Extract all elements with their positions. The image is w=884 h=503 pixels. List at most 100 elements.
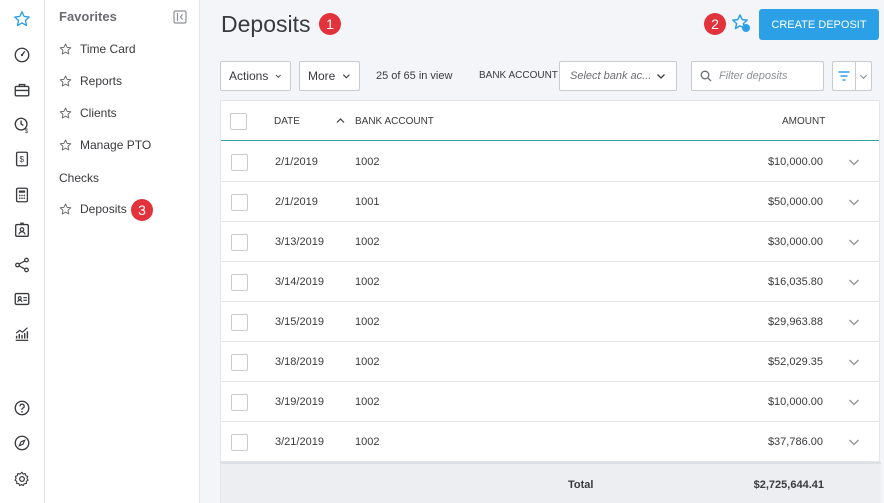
favorites-title: Favorites xyxy=(59,9,117,24)
add-favorite-star-icon[interactable] xyxy=(731,13,751,33)
cell-amount: $50,000.00 xyxy=(767,196,823,208)
favorite-item-manage-pto[interactable]: Manage PTO xyxy=(59,136,151,154)
favorite-item-label: Clients xyxy=(80,106,117,120)
actions-label: Actions xyxy=(229,69,269,83)
create-deposit-button[interactable]: CREATE DEPOSIT xyxy=(759,9,879,40)
favorite-item-label: Time Card xyxy=(80,42,136,56)
row-checkbox[interactable] xyxy=(231,194,248,211)
deposits-table: DATE BANK ACCOUNT AMOUNT 2/1/2019 1002 $… xyxy=(220,100,881,503)
table-row[interactable]: 3/13/2019 1002 $30,000.00 xyxy=(221,222,879,262)
contact-card-icon[interactable] xyxy=(12,289,32,309)
row-checkbox[interactable] xyxy=(231,154,248,171)
help-icon[interactable] xyxy=(12,398,32,418)
table-row[interactable]: 2/1/2019 1002 $10,000.00 xyxy=(221,142,879,182)
row-checkbox[interactable] xyxy=(231,234,248,251)
row-checkbox[interactable] xyxy=(231,394,248,411)
calculator-icon[interactable] xyxy=(12,185,32,205)
actions-dropdown[interactable]: Actions xyxy=(220,61,291,91)
cell-bank-account: 1002 xyxy=(355,156,380,168)
expand-row-chevron-icon[interactable] xyxy=(848,197,860,207)
cell-date: 3/13/2019 xyxy=(275,236,324,248)
table-row[interactable]: 3/18/2019 1002 $52,029.35 xyxy=(221,342,879,382)
nav-item-checks[interactable]: Checks xyxy=(59,171,99,185)
total-value: $2,725,644.41 xyxy=(753,479,824,491)
bank-account-select-placeholder: Select bank ac... xyxy=(570,70,652,82)
table-total-row: Total $2,725,644.41 xyxy=(221,462,881,503)
expand-row-chevron-icon[interactable] xyxy=(848,397,860,407)
icon-rail: $ $ xyxy=(0,0,45,503)
cell-amount: $37,786.00 xyxy=(767,436,823,448)
callout-badge-1: 1 xyxy=(319,13,341,35)
clock-dollar-icon[interactable]: $ xyxy=(12,115,32,135)
more-dropdown[interactable]: More xyxy=(299,61,360,91)
row-checkbox[interactable] xyxy=(231,434,248,451)
expand-row-chevron-icon[interactable] xyxy=(848,277,860,287)
cell-bank-account: 1002 xyxy=(355,316,380,328)
svg-text:$: $ xyxy=(25,128,29,134)
column-header-bank-account[interactable]: BANK ACCOUNT xyxy=(355,116,434,127)
chevron-down-icon xyxy=(657,74,665,79)
chart-icon[interactable] xyxy=(12,324,32,344)
filter-deposits-placeholder: Filter deposits xyxy=(719,70,788,82)
bank-account-select[interactable]: Select bank ac... xyxy=(559,61,677,91)
page-title: Deposits xyxy=(221,11,311,37)
bank-account-label: BANK ACCOUNT xyxy=(479,70,558,81)
main-content: Deposits 1 2 CREATE DEPOSIT Actions More… xyxy=(200,0,884,503)
favorite-item-deposits[interactable]: Deposits xyxy=(59,200,127,218)
favorite-item-time-card[interactable]: Time Card xyxy=(59,40,136,58)
table-row[interactable]: 3/21/2019 1002 $37,786.00 xyxy=(221,422,879,462)
briefcase-icon[interactable] xyxy=(12,80,32,100)
column-header-date[interactable]: DATE xyxy=(274,116,300,127)
cell-amount: $10,000.00 xyxy=(767,156,823,168)
id-badge-icon[interactable] xyxy=(12,220,32,240)
star-icon[interactable] xyxy=(12,9,32,29)
expand-row-chevron-icon[interactable] xyxy=(848,157,860,167)
expand-row-chevron-icon[interactable] xyxy=(848,317,860,327)
cell-date: 3/18/2019 xyxy=(275,356,324,368)
share-icon[interactable] xyxy=(12,255,32,275)
svg-text:$: $ xyxy=(19,155,24,164)
star-outline-icon xyxy=(59,202,72,214)
expand-row-chevron-icon[interactable] xyxy=(848,237,860,247)
favorites-panel: Favorites Time Card Reports Clients Mana… xyxy=(45,0,200,503)
callout-badge-3: 3 xyxy=(131,199,153,221)
filter-deposits-input[interactable]: Filter deposits xyxy=(691,61,824,91)
row-checkbox[interactable] xyxy=(231,354,248,371)
cell-date: 3/19/2019 xyxy=(275,396,324,408)
sort-ascending-icon[interactable] xyxy=(336,117,345,124)
favorite-item-reports[interactable]: Reports xyxy=(59,72,122,90)
row-checkbox[interactable] xyxy=(231,314,248,331)
app-window: $ $ Favorites Time Card Reports Clients … xyxy=(0,0,884,503)
chevron-down-icon xyxy=(856,62,871,90)
cell-amount: $52,029.35 xyxy=(767,356,823,368)
cell-bank-account: 1002 xyxy=(355,236,380,248)
expand-row-chevron-icon[interactable] xyxy=(848,357,860,367)
compass-icon[interactable] xyxy=(12,433,32,453)
toolbar: Actions More 25 of 65 in view BANK ACCOU… xyxy=(220,61,880,92)
table-row[interactable]: 2/1/2019 1001 $50,000.00 xyxy=(221,182,879,222)
invoice-icon[interactable]: $ xyxy=(12,149,32,169)
star-outline-icon xyxy=(59,138,72,150)
settings-icon[interactable] xyxy=(12,469,32,489)
table-row[interactable]: 3/15/2019 1002 $29,963.88 xyxy=(221,302,879,342)
funnel-icon xyxy=(833,62,856,90)
chevron-down-icon xyxy=(343,74,351,79)
column-header-amount[interactable]: AMOUNT xyxy=(782,116,825,127)
filter-options-button[interactable] xyxy=(832,61,872,91)
cell-bank-account: 1001 xyxy=(355,196,380,208)
select-all-checkbox[interactable] xyxy=(230,113,247,130)
cell-date: 2/1/2019 xyxy=(275,156,318,168)
cell-date: 2/1/2019 xyxy=(275,196,318,208)
cell-amount: $30,000.00 xyxy=(767,236,823,248)
expand-row-chevron-icon[interactable] xyxy=(848,437,860,447)
cell-bank-account: 1002 xyxy=(355,396,380,408)
table-row[interactable]: 3/19/2019 1002 $10,000.00 xyxy=(221,382,879,422)
favorite-item-label: Deposits xyxy=(80,202,127,216)
table-row[interactable]: 3/14/2019 1002 $16,035.80 xyxy=(221,262,879,302)
favorite-item-clients[interactable]: Clients xyxy=(59,104,117,122)
star-outline-icon xyxy=(59,74,72,86)
dashboard-icon[interactable] xyxy=(12,45,32,65)
collapse-panel-icon[interactable] xyxy=(173,10,187,24)
cell-bank-account: 1002 xyxy=(355,356,380,368)
row-checkbox[interactable] xyxy=(231,274,248,291)
